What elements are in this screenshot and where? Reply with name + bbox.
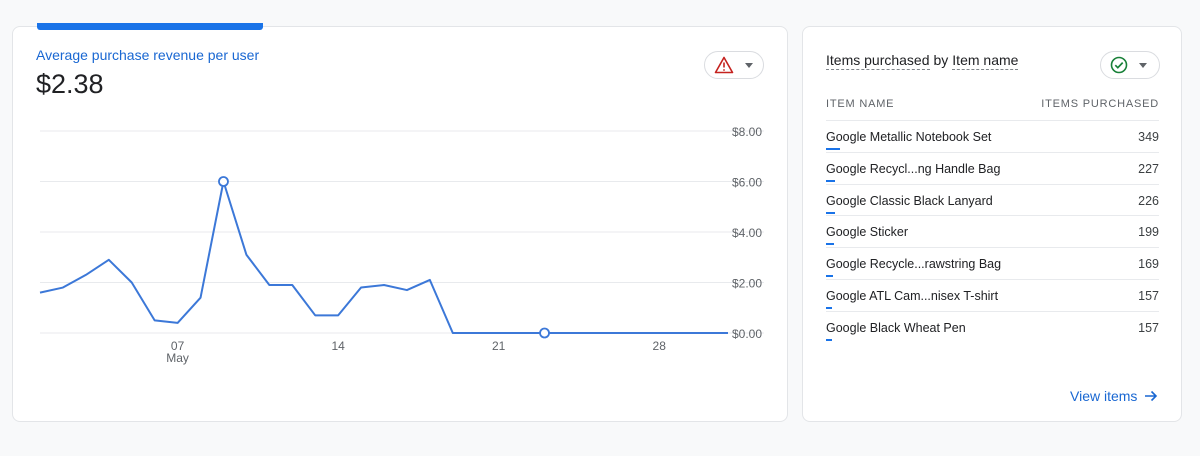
table-row: Google Classic Black Lanyard 226 [826, 183, 1159, 216]
title-connector: by [933, 52, 949, 68]
value-bar [826, 306, 833, 309]
table-row: Google Sticker 199 [826, 215, 1159, 247]
item-value: 157 [1138, 320, 1159, 335]
revenue-line-chart: $8.00$6.00$4.00$2.00$0.0007May14 21 28 [39, 125, 764, 365]
x-tick-sublabel: May [166, 351, 189, 365]
y-tick-label: $6.00 [732, 176, 762, 190]
y-tick-label: $8.00 [732, 125, 762, 139]
y-tick-label: $4.00 [732, 226, 762, 240]
series-line [39, 180, 728, 334]
item-name: Google Sticker [826, 225, 908, 240]
item-name: Google Metallic Notebook Set [826, 130, 992, 144]
view-items-link[interactable]: View items [1070, 388, 1158, 404]
chevron-down-icon [1139, 62, 1147, 68]
value-bar [826, 211, 836, 214]
x-tick-label: 21 [492, 339, 506, 353]
view-items-label[interactable]: View items [1070, 388, 1137, 404]
check-circle-icon [1110, 56, 1128, 74]
table-row: Google ATL Cam...nisex T-shirt 157 [826, 278, 1159, 311]
items-table: Google Metallic Notebook Set 349 Google Re… [826, 120, 1159, 343]
item-name: Google Black Wheat Pen [826, 320, 966, 335]
item-value: 199 [1138, 225, 1159, 240]
item-value: 226 [1138, 193, 1159, 208]
value-bar [826, 179, 836, 182]
value-bar [826, 338, 833, 341]
item-value: 227 [1138, 161, 1159, 176]
y-tick-label: $0.00 [732, 327, 762, 341]
item-value: 349 [1138, 130, 1159, 144]
card-title: Items purchased by Item name [826, 52, 1019, 70]
value-bar [826, 243, 834, 246]
item-name: Google Classic Black Lanyard [826, 193, 993, 208]
item-name: Google Recycl...ng Handle Bag [826, 161, 1001, 176]
x-tick-label: 14 [331, 339, 345, 353]
items-card: Items purchased by Item name ITEM NAME I… [802, 26, 1182, 422]
x-tick-label: 28 [653, 339, 667, 353]
table-row: Google Recycle...rawstring Bag 169 [826, 247, 1159, 279]
arrow-right-icon [1145, 390, 1158, 402]
value-bar [826, 275, 833, 278]
item-value: 169 [1138, 257, 1159, 272]
item-name: Google ATL Cam...nisex T-shirt [826, 288, 999, 303]
data-point-marker [539, 327, 550, 339]
y-tick-label: $2.00 [732, 277, 762, 291]
dimension-selector[interactable]: Item name [952, 52, 1019, 70]
table-row: Google Recycl...ng Handle Bag 227 [826, 151, 1159, 184]
column-header-item-name: ITEM NAME [826, 98, 895, 110]
column-header-items-purchased: ITEMS PURCHASED [1041, 98, 1159, 110]
item-name: Google Recycle...rawstring Bag [826, 257, 1002, 272]
item-value: 157 [1138, 288, 1159, 303]
data-point-marker [218, 176, 229, 187]
table-row: Google Black Wheat Pen 157 [826, 310, 1159, 343]
table-row: Google Metallic Notebook Set 349 [826, 120, 1159, 152]
table-header: ITEM NAME ITEMS PURCHASED [826, 98, 1159, 110]
metric-selector[interactable]: Items purchased [826, 52, 930, 70]
value-bar [826, 148, 840, 150]
data-quality-dropdown[interactable] [1100, 51, 1160, 79]
metric-card: Average purchase revenue per user $2.38 … [12, 23, 788, 422]
